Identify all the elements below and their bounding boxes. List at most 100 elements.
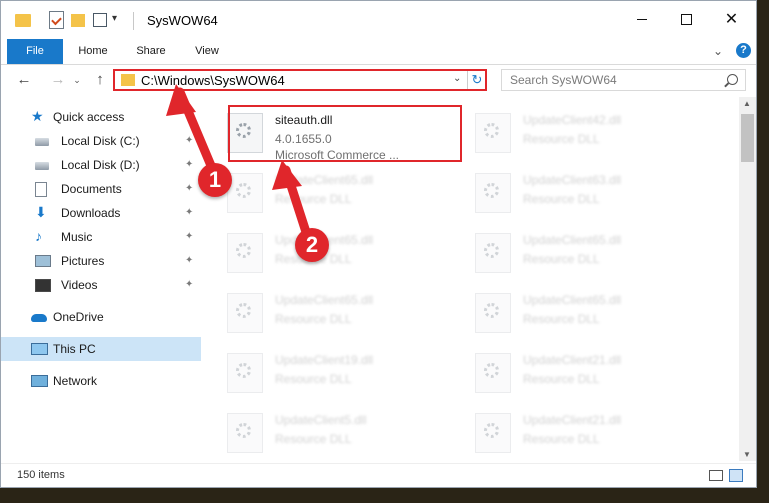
scroll-thumb[interactable]: [741, 114, 754, 162]
ribbon-tabs: File Home Share View ⌄ ?: [1, 39, 756, 65]
gear-icon: [484, 123, 499, 138]
star-icon: ★: [31, 108, 44, 124]
file-item[interactable]: UpdateClient65.dll Resource DLL: [453, 223, 683, 279]
maximize-icon: [681, 14, 692, 26]
scroll-down-icon[interactable]: ▼: [743, 450, 751, 459]
pin-icon: ✦: [185, 279, 194, 290]
file-name: UpdateClient65.dll: [275, 173, 374, 187]
properties-icon[interactable]: [49, 11, 64, 29]
file-item[interactable]: UpdateClient21.dll Resource DLL: [453, 343, 683, 399]
sidebar-item-this-pc[interactable]: This PC: [1, 337, 201, 361]
file-description: Resource DLL: [523, 312, 600, 326]
recent-locations-button[interactable]: ⌄: [71, 67, 83, 93]
address-bar[interactable]: C:\Windows\SysWOW64 ⌄ ↻: [113, 69, 487, 91]
file-item[interactable]: UpdateClient19.dll Resource DLL: [205, 343, 435, 399]
file-item[interactable]: UpdateClient65.dll Resource DLL: [205, 163, 435, 219]
pin-icon: ✦: [185, 159, 194, 170]
file-item[interactable]: UpdateClient65.dll Resource DLL: [205, 283, 435, 339]
refresh-button[interactable]: ↻: [467, 71, 486, 89]
expand-ribbon-icon[interactable]: ⌄: [713, 44, 723, 58]
window-title: SysWOW64: [147, 13, 218, 28]
explorer-window: ▾ SysWOW64 ✕ File Home Share View ⌄ ? ← …: [0, 0, 757, 488]
sidebar-item-onedrive[interactable]: OneDrive: [1, 305, 201, 329]
dll-file-icon: [227, 413, 263, 453]
search-input[interactable]: Search SysWOW64: [501, 69, 746, 91]
pictures-icon: [35, 255, 51, 267]
address-path[interactable]: C:\Windows\SysWOW64: [141, 73, 285, 88]
maximize-button[interactable]: [664, 1, 709, 39]
pin-icon: ✦: [185, 231, 194, 242]
gear-icon: [484, 183, 499, 198]
file-item[interactable]: UpdateClient42.dll Resource DLL: [453, 103, 683, 159]
dll-file-icon: [227, 233, 263, 273]
forward-button[interactable]: →: [47, 67, 69, 93]
dll-file-icon: [475, 113, 511, 153]
file-item[interactable]: UpdateClient65.dll Resource DLL: [453, 283, 683, 339]
file-description: Resource DLL: [275, 432, 352, 446]
sidebar-item-network[interactable]: Network: [1, 369, 201, 393]
minimize-button[interactable]: [619, 1, 664, 39]
file-name: UpdateClient65.dll: [275, 293, 374, 307]
file-name: UpdateClient65.dll: [523, 293, 622, 307]
gear-icon: [484, 303, 499, 318]
sidebar-item-label: Videos: [61, 278, 98, 292]
sidebar-item-quick-access[interactable]: ★ Quick access: [1, 105, 201, 129]
pin-icon: ✦: [185, 135, 194, 146]
minimize-icon: [636, 19, 647, 21]
address-dropdown-icon[interactable]: ⌄: [453, 73, 461, 84]
view-icon[interactable]: [93, 13, 107, 27]
file-name: UpdateClient19.dll: [275, 353, 374, 367]
file-name: UpdateClient63.dll: [523, 173, 622, 187]
pin-icon: ✦: [185, 183, 194, 194]
vertical-scrollbar[interactable]: ▲ ▼: [739, 97, 756, 461]
tab-share[interactable]: Share: [127, 39, 175, 64]
file-name: UpdateClient21.dll: [523, 413, 622, 427]
file-item[interactable]: UpdateClient5.dll Resource DLL: [205, 403, 435, 459]
tiles-view-icon[interactable]: [729, 469, 743, 482]
file-item[interactable]: UpdateClient21.dll Resource DLL: [453, 403, 683, 459]
step-badge-2: 2: [295, 228, 329, 262]
pc-icon: [31, 343, 48, 355]
sidebar-item-videos[interactable]: Videos ✦: [1, 273, 201, 297]
sidebar-item-documents[interactable]: Documents ✦: [1, 177, 201, 201]
dll-file-icon: [475, 293, 511, 333]
divider: [133, 12, 134, 30]
gear-icon: [236, 363, 251, 378]
close-button[interactable]: ✕: [709, 1, 754, 39]
file-description: Resource DLL: [275, 312, 352, 326]
search-icon: [727, 74, 738, 85]
back-button[interactable]: ←: [13, 67, 35, 93]
customize-quick-access-icon[interactable]: ▾: [112, 13, 117, 35]
sidebar-item-downloads[interactable]: ⬇ Downloads ✦: [1, 201, 201, 225]
videos-icon: [35, 279, 51, 292]
sidebar-item-label: Music: [61, 230, 93, 244]
tab-home[interactable]: Home: [71, 39, 115, 64]
new-folder-icon[interactable]: [71, 14, 85, 27]
sidebar-item-local-disk-c[interactable]: Local Disk (C:) ✦: [1, 129, 201, 153]
sidebar-item-music[interactable]: ♪ Music ✦: [1, 225, 201, 249]
dll-file-icon: [227, 353, 263, 393]
up-button[interactable]: ↑: [89, 67, 111, 93]
sidebar-item-label: Pictures: [61, 254, 105, 268]
sidebar-item-local-disk-d[interactable]: Local Disk (D:) ✦: [1, 153, 201, 177]
sidebar-item-label: Local Disk (D:): [61, 158, 140, 172]
tab-file[interactable]: File: [7, 39, 63, 64]
file-item[interactable]: UpdateClient63.dll Resource DLL: [453, 163, 683, 219]
file-name: UpdateClient42.dll: [523, 113, 622, 127]
details-view-icon[interactable]: [709, 470, 723, 481]
tab-view[interactable]: View: [187, 39, 227, 64]
search-placeholder: Search SysWOW64: [510, 73, 617, 87]
file-description: Resource DLL: [275, 192, 352, 206]
scroll-up-icon[interactable]: ▲: [743, 99, 751, 108]
pin-icon: ✦: [185, 207, 194, 218]
file-description: Resource DLL: [523, 372, 600, 386]
sidebar-item-pictures[interactable]: Pictures ✦: [1, 249, 201, 273]
gear-icon: [236, 183, 251, 198]
gear-icon: [236, 243, 251, 258]
sidebar-item-label: This PC: [53, 342, 96, 356]
sidebar-item-label: Documents: [61, 182, 122, 196]
documents-icon: [35, 182, 47, 197]
help-icon[interactable]: ?: [736, 43, 751, 58]
title-bar: ▾ SysWOW64 ✕: [1, 1, 756, 39]
file-description: Resource DLL: [523, 252, 600, 266]
